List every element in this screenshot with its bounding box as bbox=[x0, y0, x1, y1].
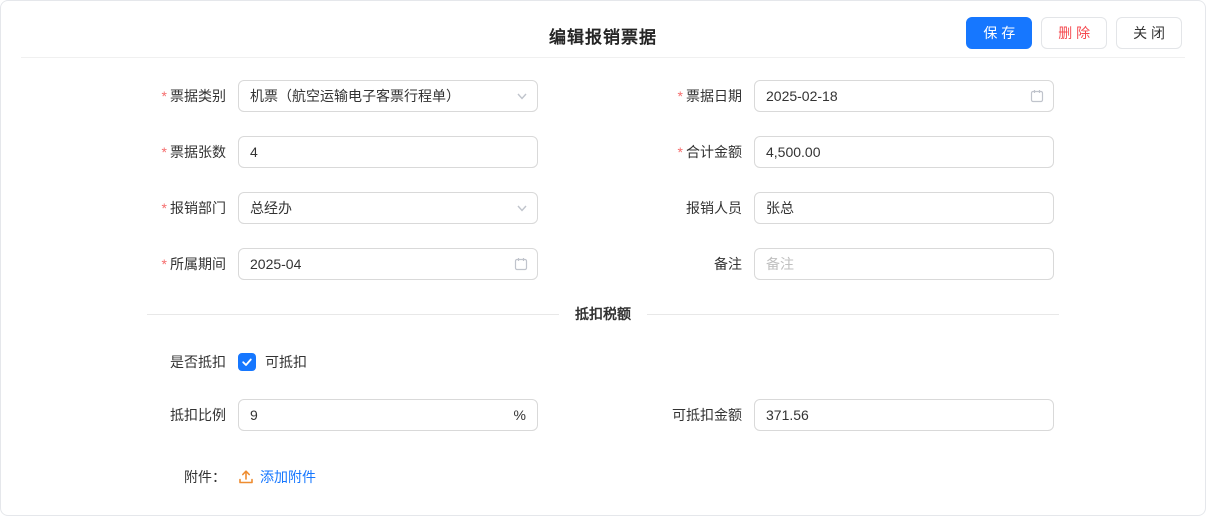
field-deduct-ratio: 抵扣比例 % bbox=[1, 399, 538, 431]
invoice-date-label: *票据日期 bbox=[538, 86, 754, 106]
attachment-label: 附件： bbox=[1, 467, 238, 487]
deductible-amount-wrap bbox=[754, 399, 1054, 431]
percent-suffix: % bbox=[514, 407, 526, 423]
remark-label: 备注 bbox=[538, 254, 754, 274]
deductible-checkbox-label: 可抵扣 bbox=[265, 352, 307, 372]
calendar-icon bbox=[514, 257, 528, 271]
field-deductible-amount: 可抵扣金额 bbox=[538, 399, 1054, 431]
remark-input[interactable] bbox=[754, 248, 1054, 280]
required-asterisk: * bbox=[162, 256, 167, 272]
total-amount-input[interactable] bbox=[754, 136, 1054, 168]
deductible-amount-label: 可抵扣金额 bbox=[538, 405, 754, 425]
deduction-section-title: 抵扣税额 bbox=[559, 304, 647, 324]
is-deductible-label: 是否抵扣 bbox=[1, 352, 238, 372]
invoice-type-select-wrap: 机票（航空运输电子客票行程单） bbox=[238, 80, 538, 112]
person-label: 报销人员 bbox=[538, 198, 754, 218]
invoice-count-label: *票据张数 bbox=[1, 142, 238, 162]
period-label: *所属期间 bbox=[1, 254, 238, 274]
remark-wrap bbox=[754, 248, 1054, 280]
invoice-type-value: 机票（航空运输电子客票行程单） bbox=[250, 86, 460, 106]
field-period: *所属期间 bbox=[1, 248, 538, 280]
form-row-4: *所属期间 备注 bbox=[1, 248, 1205, 280]
deductible-checkbox-group[interactable]: 可抵扣 bbox=[238, 352, 307, 372]
field-invoice-date: *票据日期 bbox=[538, 80, 1054, 112]
form-row-3: *报销部门 总经办 报销人员 bbox=[1, 192, 1205, 224]
form-row-2: *票据张数 *合计金额 bbox=[1, 136, 1205, 168]
period-picker-wrap bbox=[238, 248, 538, 280]
total-amount-label: *合计金额 bbox=[538, 142, 754, 162]
header-actions: 保 存 删 除 关 闭 bbox=[966, 17, 1182, 49]
department-select-wrap: 总经办 bbox=[238, 192, 538, 224]
divider-line bbox=[647, 314, 1059, 315]
checkmark-icon bbox=[241, 356, 253, 368]
deduct-ratio-label: 抵扣比例 bbox=[1, 405, 238, 425]
invoice-date-input[interactable] bbox=[754, 80, 1054, 112]
form-row-1: *票据类别 机票（航空运输电子客票行程单） *票据日期 bbox=[1, 80, 1205, 112]
invoice-form: *票据类别 机票（航空运输电子客票行程单） *票据日期 bbox=[1, 58, 1205, 487]
invoice-count-wrap bbox=[238, 136, 538, 168]
field-person: 报销人员 bbox=[538, 192, 1054, 224]
invoice-type-select[interactable]: 机票（航空运输电子客票行程单） bbox=[238, 80, 538, 112]
deduct-ratio-input[interactable] bbox=[238, 399, 538, 431]
field-is-deductible: 是否抵扣 可抵扣 bbox=[1, 352, 307, 372]
field-total-amount: *合计金额 bbox=[538, 136, 1054, 168]
calendar-icon bbox=[1030, 89, 1044, 103]
invoice-type-label: *票据类别 bbox=[1, 86, 238, 106]
field-invoice-type: *票据类别 机票（航空运输电子客票行程单） bbox=[1, 80, 538, 112]
form-row-deductible: 是否抵扣 可抵扣 bbox=[1, 352, 1205, 372]
divider-line bbox=[147, 314, 559, 315]
add-attachment-link[interactable]: 添加附件 bbox=[238, 467, 316, 487]
chevron-down-icon bbox=[516, 202, 528, 214]
delete-button[interactable]: 删 除 bbox=[1041, 17, 1107, 49]
upload-icon bbox=[238, 469, 254, 485]
total-amount-wrap bbox=[754, 136, 1054, 168]
deduction-section-divider: 抵扣税额 bbox=[147, 304, 1059, 324]
edit-invoice-dialog: 编辑报销票据 保 存 删 除 关 闭 *票据类别 机票（航空运输电子客票行程单） bbox=[0, 0, 1206, 516]
dialog-header: 编辑报销票据 保 存 删 除 关 闭 bbox=[1, 1, 1205, 58]
invoice-count-input[interactable] bbox=[238, 136, 538, 168]
period-input[interactable] bbox=[238, 248, 538, 280]
person-input[interactable] bbox=[754, 192, 1054, 224]
deductible-amount-input[interactable] bbox=[754, 399, 1054, 431]
required-asterisk: * bbox=[678, 88, 683, 104]
chevron-down-icon bbox=[516, 90, 528, 102]
invoice-date-picker-wrap bbox=[754, 80, 1054, 112]
deductible-checkbox[interactable] bbox=[238, 353, 256, 371]
department-value: 总经办 bbox=[250, 198, 292, 218]
close-button[interactable]: 关 闭 bbox=[1116, 17, 1182, 49]
form-row-attachment: 附件： 添加附件 bbox=[1, 467, 1205, 487]
field-remark: 备注 bbox=[538, 248, 1054, 280]
required-asterisk: * bbox=[162, 200, 167, 216]
required-asterisk: * bbox=[162, 88, 167, 104]
required-asterisk: * bbox=[162, 144, 167, 160]
department-select[interactable]: 总经办 bbox=[238, 192, 538, 224]
field-invoice-count: *票据张数 bbox=[1, 136, 538, 168]
required-asterisk: * bbox=[678, 144, 683, 160]
deduct-ratio-wrap: % bbox=[238, 399, 538, 431]
save-button[interactable]: 保 存 bbox=[966, 17, 1032, 49]
add-attachment-label: 添加附件 bbox=[260, 467, 316, 487]
department-label: *报销部门 bbox=[1, 198, 238, 218]
person-wrap bbox=[754, 192, 1054, 224]
field-department: *报销部门 总经办 bbox=[1, 192, 538, 224]
form-row-deduction-values: 抵扣比例 % 可抵扣金额 bbox=[1, 399, 1205, 431]
